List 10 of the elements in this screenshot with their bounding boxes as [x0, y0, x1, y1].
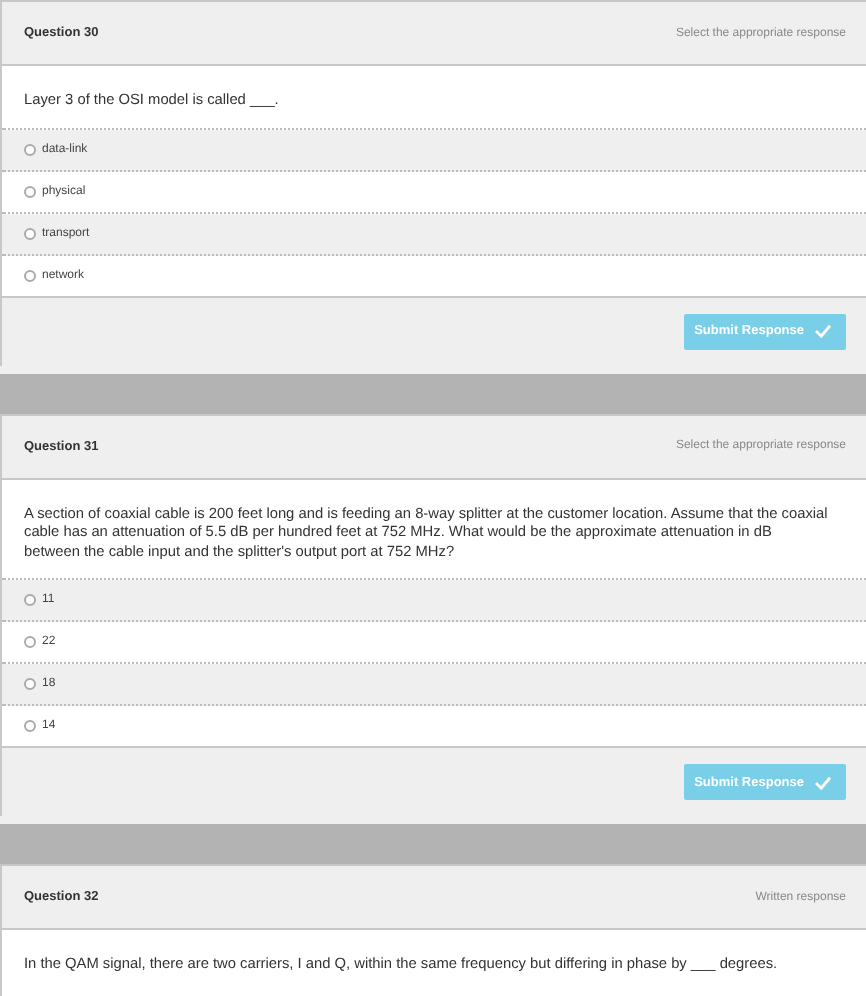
checkmark-icon: [814, 775, 832, 789]
checkmark-icon: [814, 324, 832, 338]
radio-button[interactable]: [24, 143, 36, 155]
radio-button[interactable]: [24, 636, 36, 648]
radio-button[interactable]: [24, 227, 36, 239]
radio-button[interactable]: [24, 594, 36, 606]
radio-button[interactable]: [24, 720, 36, 732]
radio-button[interactable]: [24, 269, 36, 281]
radio-button[interactable]: [24, 678, 36, 690]
radio-button[interactable]: [24, 185, 36, 197]
